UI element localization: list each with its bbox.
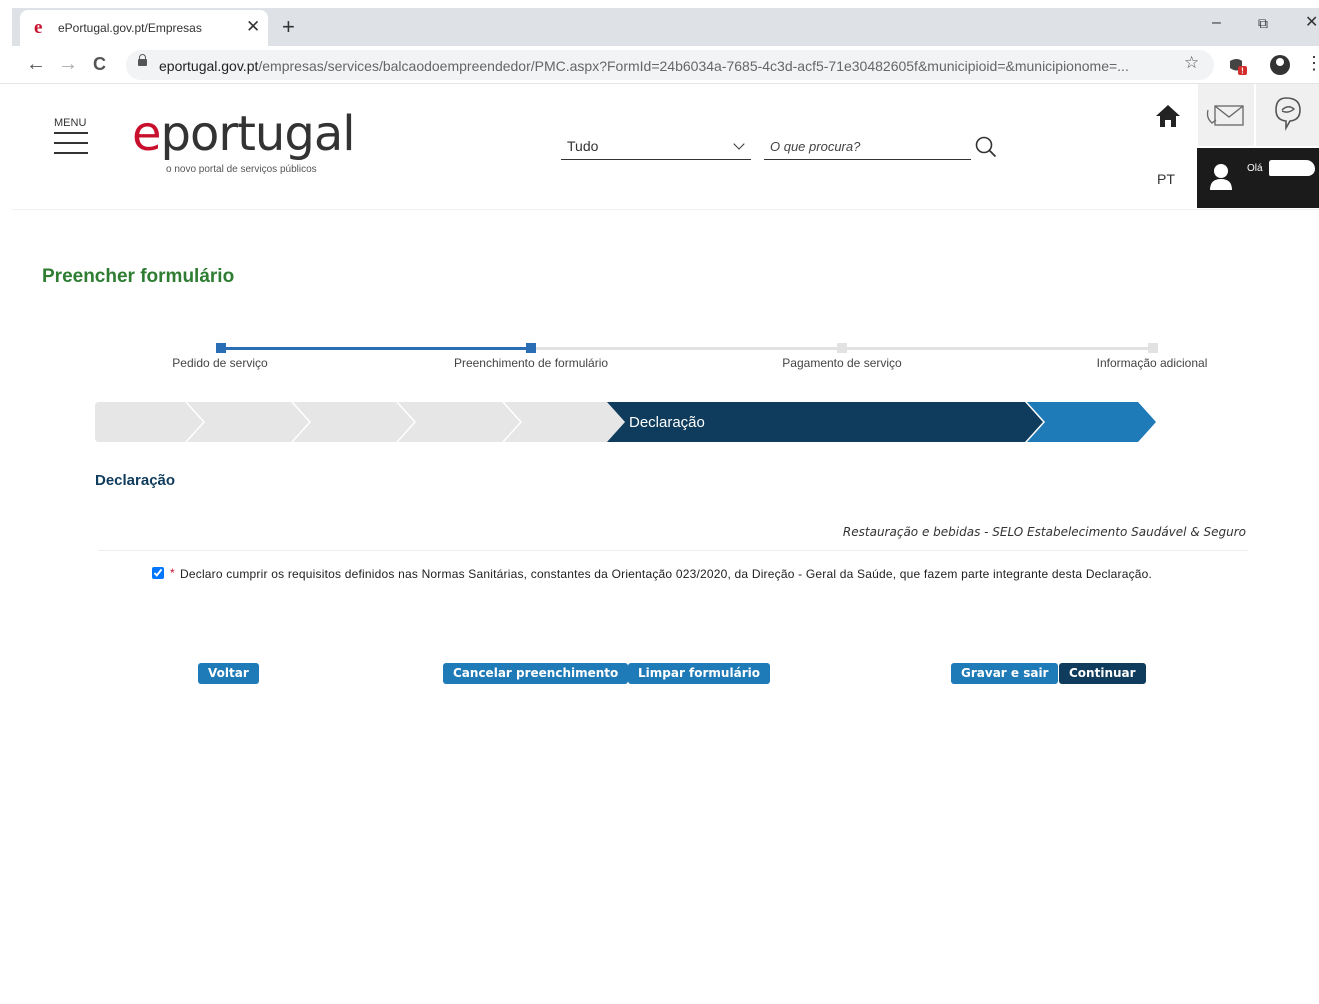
step-label-2: Preenchimento de formulário <box>453 356 609 370</box>
user-account-button[interactable]: Olá <box>1197 148 1319 208</box>
step-node-3 <box>837 343 847 353</box>
home-icon[interactable] <box>1154 102 1182 130</box>
minimize-window-button[interactable]: – <box>1212 12 1221 34</box>
cancel-button[interactable]: Cancelar preenchimento <box>443 663 629 684</box>
user-icon <box>1210 164 1232 190</box>
url-text: eportugal.gov.pt/empresas/services/balca… <box>159 58 1169 74</box>
site-header: MENU eportugal o novo portal de serviços… <box>12 84 1319 210</box>
step-node-1 <box>216 343 226 353</box>
step-node-2 <box>526 343 536 353</box>
browser-tab-bar: e ePortugal.gov.pt/Empresas ✕ + – ⧉ ✕ <box>0 0 1319 46</box>
step-label-4: Informação adicional <box>1096 356 1208 370</box>
required-mark: * <box>170 566 175 580</box>
wizard-section-2[interactable] <box>187 402 309 442</box>
restore-window-button[interactable]: ⧉ <box>1258 12 1268 34</box>
save-exit-button[interactable]: Gravar e sair <box>951 663 1059 684</box>
eportugal-logo[interactable]: eportugal <box>132 106 356 162</box>
search-input[interactable] <box>764 134 971 160</box>
search-scope-select[interactable]: Tudo <box>561 134 751 160</box>
step-node-4 <box>1148 343 1158 353</box>
step-label-3: Pagamento de serviço <box>782 356 902 370</box>
step-label-1: Pedido de serviço <box>172 356 268 370</box>
address-field[interactable]: eportugal.gov.pt/empresas/services/balca… <box>126 50 1214 80</box>
forward-arrow-icon[interactable]: → <box>58 52 78 76</box>
tab-title: ePortugal.gov.pt/Empresas <box>58 21 202 35</box>
back-button[interactable]: Voltar <box>198 663 259 684</box>
extension-shield-icon[interactable]: ! <box>1228 56 1248 76</box>
browser-tab[interactable]: e ePortugal.gov.pt/Empresas ✕ <box>20 10 268 46</box>
wizard-section-1[interactable] <box>95 402 203 442</box>
url-host: eportugal.gov.pt <box>159 58 259 74</box>
declaration-text[interactable]: Declaro cumprir os requisitos definidos … <box>180 565 1180 583</box>
back-arrow-icon[interactable]: ← <box>26 52 46 76</box>
browser-menu-icon[interactable]: ⋮ <box>1305 53 1319 74</box>
continue-button[interactable]: Continuar <box>1059 663 1146 684</box>
clear-form-button[interactable]: Limpar formulário <box>628 663 770 684</box>
logo-tagline: o novo portal de serviços públicos <box>166 164 317 175</box>
chat-assistant-icon <box>1275 97 1301 132</box>
wizard-section-3[interactable] <box>293 402 414 442</box>
wizard-active-label: Declaração <box>629 414 705 431</box>
close-tab-icon[interactable]: ✕ <box>246 17 260 37</box>
form-section-wizard: Declaração <box>95 402 1156 442</box>
wizard-section-next[interactable] <box>1027 402 1156 442</box>
search-scope-value: Tudo <box>567 138 599 154</box>
service-name: Restauração e bebidas - SELO Estabelecim… <box>842 525 1246 539</box>
lock-icon <box>138 54 147 66</box>
eportugal-assistant-button[interactable] <box>1256 84 1319 146</box>
menu-label[interactable]: MENU <box>54 117 86 129</box>
eportugal-favicon-icon: e <box>34 17 43 38</box>
section-title: Declaração <box>95 472 176 489</box>
wizard-section-4[interactable] <box>398 402 520 442</box>
declaration-checkbox[interactable] <box>152 567 164 579</box>
contact-mail-button[interactable] <box>1198 84 1254 146</box>
hamburger-menu-icon[interactable] <box>54 132 88 162</box>
user-greeting: Olá <box>1247 163 1263 174</box>
new-tab-button[interactable]: + <box>282 14 295 40</box>
url-path: /empresas/services/balcaodoempreendedor/… <box>258 58 1129 74</box>
bookmark-star-icon[interactable]: ☆ <box>1184 53 1199 73</box>
wizard-section-5[interactable] <box>504 402 625 442</box>
language-selector[interactable]: PT <box>1157 171 1175 187</box>
search-icon[interactable] <box>975 136 997 158</box>
reload-icon[interactable]: C <box>93 52 106 76</box>
mail-icon <box>1206 105 1244 126</box>
close-window-button[interactable]: ✕ <box>1305 12 1318 34</box>
progress-line-done <box>221 347 531 350</box>
page-title: Preencher formulário <box>42 266 235 287</box>
chevron-down-icon <box>733 138 745 150</box>
svg-text:!: ! <box>1241 67 1244 76</box>
redacted-username <box>1269 160 1315 176</box>
profile-icon[interactable] <box>1270 55 1290 75</box>
browser-toolbar: ← → C eportugal.gov.pt/empresas/services… <box>0 46 1319 84</box>
section-divider <box>98 550 1248 551</box>
